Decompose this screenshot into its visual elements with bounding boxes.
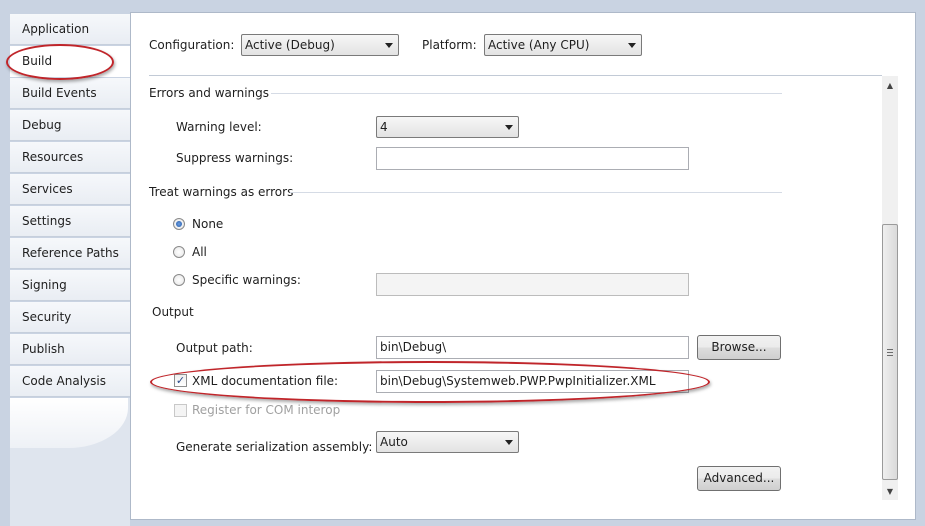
tab-build-events[interactable]: Build Events: [10, 78, 130, 109]
suppress-warnings-label: Suppress warnings:: [176, 151, 294, 165]
header-divider: [149, 75, 882, 76]
com-interop-label: Register for COM interop: [192, 403, 341, 417]
browse-button[interactable]: Browse...: [697, 335, 781, 360]
chevron-down-icon: [385, 43, 393, 48]
tab-resources[interactable]: Resources: [10, 142, 130, 173]
browse-label: Browse...: [711, 340, 767, 354]
tab-label: Signing: [22, 278, 67, 292]
warning-level-label: Warning level:: [176, 120, 262, 134]
tab-label: Application: [22, 22, 90, 36]
tab-signing[interactable]: Signing: [10, 270, 130, 301]
tab-label: Build Events: [22, 86, 97, 100]
output-path-label: Output path:: [176, 341, 253, 355]
serialization-label: Generate serialization assembly:: [176, 440, 373, 454]
serialization-dropdown[interactable]: Auto: [376, 431, 519, 453]
output-title: Output: [152, 305, 194, 319]
tab-publish[interactable]: Publish: [10, 334, 130, 365]
tab-debug[interactable]: Debug: [10, 110, 130, 141]
platform-dropdown[interactable]: Active (Any CPU): [484, 34, 642, 56]
tab-services[interactable]: Services: [10, 174, 130, 205]
configuration-dropdown[interactable]: Active (Debug): [241, 34, 399, 56]
tab-settings[interactable]: Settings: [10, 206, 130, 237]
build-tab-highlight: [6, 44, 114, 80]
chevron-down-icon: [628, 43, 636, 48]
tab-reference-paths[interactable]: Reference Paths: [10, 238, 130, 269]
tab-label: Services: [22, 182, 73, 196]
tab-security[interactable]: Security: [10, 302, 130, 333]
radio-none-label: None: [192, 217, 224, 231]
configuration-value: Active (Debug): [245, 38, 335, 52]
tab-application[interactable]: Application: [10, 14, 130, 45]
output-path-input[interactable]: bin\Debug\: [376, 336, 689, 359]
tab-label: Debug: [22, 118, 62, 132]
platform-value: Active (Any CPU): [488, 38, 590, 52]
radio-all[interactable]: [173, 246, 185, 258]
com-interop-checkbox: [174, 404, 187, 417]
tab-label: Security: [22, 310, 72, 324]
tab-label: Reference Paths: [22, 246, 119, 260]
suppress-warnings-input[interactable]: [376, 147, 689, 170]
grip-line: [887, 349, 893, 350]
chevron-down-icon: [505, 125, 513, 130]
xml-doc-highlight: [150, 361, 710, 403]
tab-label: Publish: [22, 342, 65, 356]
advanced-label: Advanced...: [703, 471, 775, 485]
treat-warnings-title: Treat warnings as errors: [149, 185, 294, 199]
output-path-value: bin\Debug\: [380, 340, 447, 354]
configuration-label: Configuration:: [149, 38, 235, 52]
group-divider: [290, 192, 782, 193]
scroll-up-icon[interactable]: ▲: [882, 78, 898, 94]
radio-specific-warnings[interactable]: [173, 274, 185, 286]
serialization-value: Auto: [380, 435, 408, 449]
scroll-down-icon[interactable]: ▼: [882, 484, 898, 500]
radio-specific-label: Specific warnings:: [192, 273, 301, 287]
warning-level-dropdown[interactable]: 4: [376, 116, 519, 138]
tab-code-analysis[interactable]: Code Analysis: [10, 366, 130, 397]
warning-level-value: 4: [380, 120, 388, 134]
chevron-down-icon: [505, 440, 513, 445]
radio-none[interactable]: [173, 218, 185, 230]
tab-label: Resources: [22, 150, 84, 164]
platform-label: Platform:: [422, 38, 477, 52]
grip-line: [887, 355, 893, 356]
errors-warnings-title: Errors and warnings: [149, 86, 270, 100]
group-divider: [271, 93, 782, 94]
tab-label: Code Analysis: [22, 374, 106, 388]
specific-warnings-input: [376, 273, 689, 296]
radio-all-label: All: [192, 245, 207, 259]
advanced-button[interactable]: Advanced...: [697, 466, 781, 491]
grip-line: [887, 352, 893, 353]
tab-label: Settings: [22, 214, 72, 228]
